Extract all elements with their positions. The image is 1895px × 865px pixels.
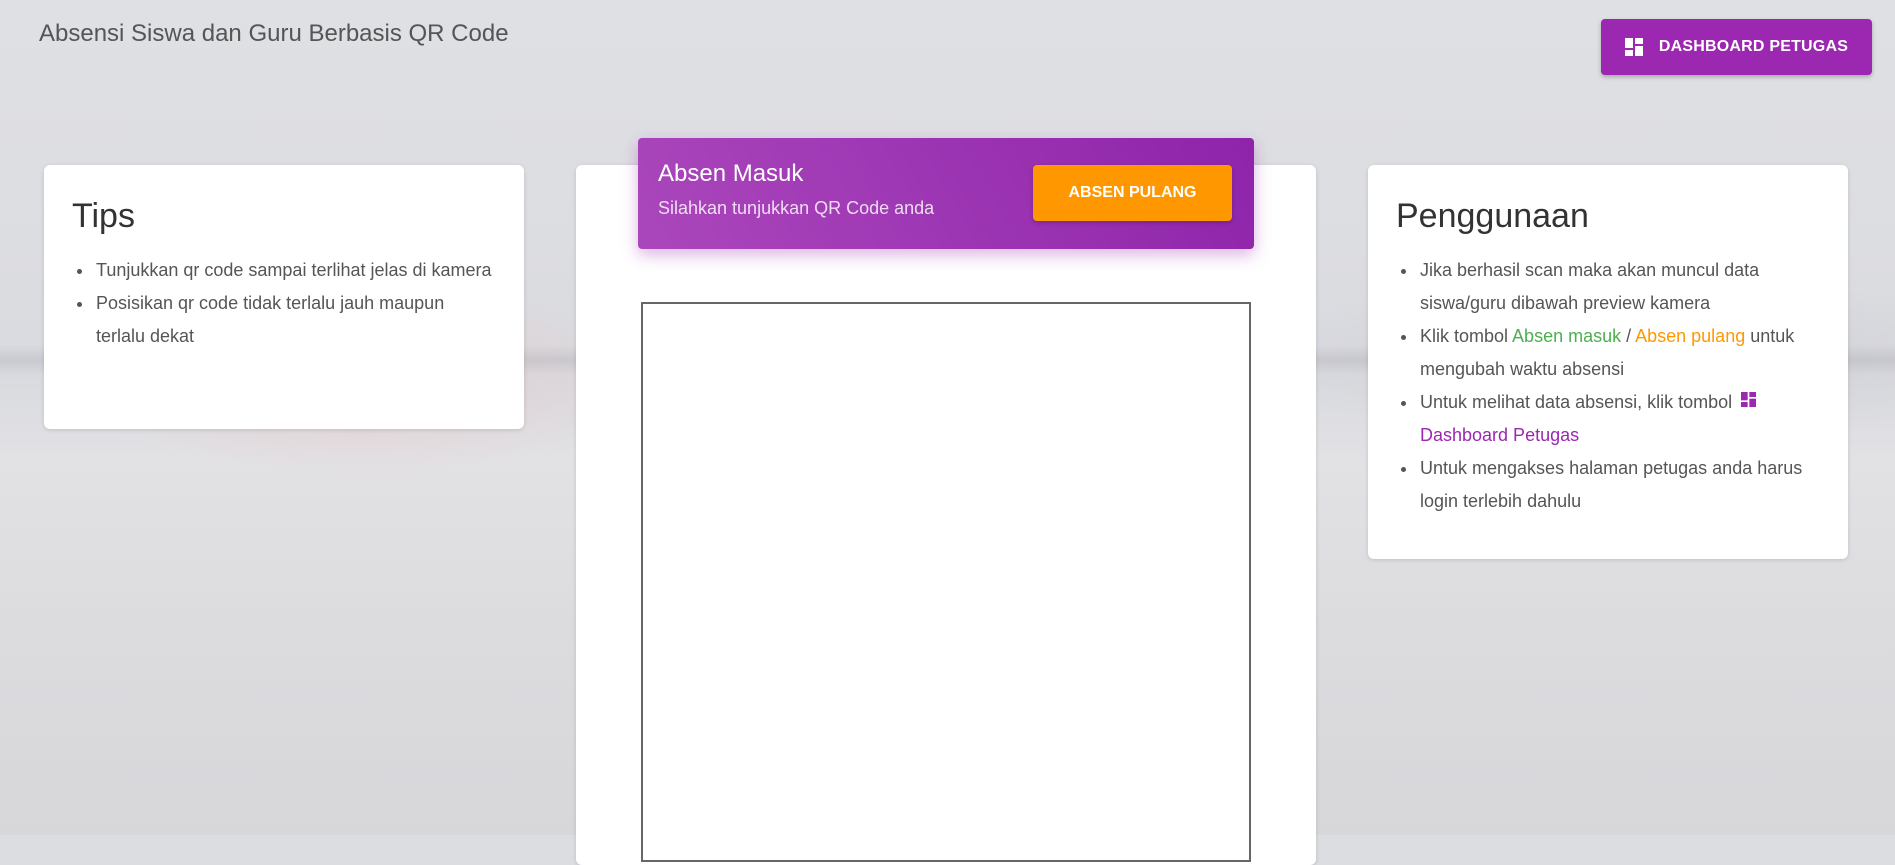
scan-header: Absen Masuk Silahkan tunjukkan QR Code a… (638, 138, 1254, 249)
absen-masuk-text: Absen masuk (1512, 326, 1622, 346)
tips-title: Tips (72, 197, 135, 235)
absen-pulang-button[interactable]: ABSEN PULANG (1033, 165, 1232, 221)
usage-text: / (1621, 326, 1636, 346)
tips-list: Tunjukkan qr code sampai terlihat jelas … (72, 254, 496, 353)
camera-preview (641, 302, 1251, 862)
usage-text: Klik tombol (1420, 326, 1513, 346)
tips-item: Tunjukkan qr code sampai terlihat jelas … (94, 254, 496, 287)
usage-title: Penggunaan (1396, 197, 1589, 235)
absen-pulang-text: Absen pulang (1635, 326, 1746, 346)
usage-item: Untuk mengakses halaman petugas anda har… (1418, 452, 1820, 518)
usage-card: Penggunaan Jika berhasil scan maka akan … (1368, 165, 1848, 559)
usage-item: Klik tombol Absen masuk / Absen pulang u… (1418, 320, 1820, 386)
dashboard-icon (1624, 38, 1643, 56)
usage-list: Jika berhasil scan maka akan muncul data… (1396, 254, 1820, 518)
usage-text: Untuk melihat data absensi, klik tombol (1420, 392, 1738, 412)
tips-item: Posisikan qr code tidak terlalu jauh mau… (94, 287, 496, 353)
site-title: Absensi Siswa dan Guru Berbasis QR Code (39, 20, 509, 47)
dashboard-petugas-button[interactable]: DASHBOARD PETUGAS (1601, 19, 1872, 75)
dashboard-button-label: DASHBOARD PETUGAS (1658, 38, 1849, 55)
tips-card: Tips Tunjukkan qr code sampai terlihat j… (44, 165, 524, 429)
dashboard-petugas-text: Dashboard Petugas (1420, 425, 1580, 445)
dashboard-icon (1741, 392, 1757, 407)
usage-item: Jika berhasil scan maka akan muncul data… (1418, 254, 1820, 320)
usage-item: Untuk melihat data absensi, klik tombol … (1418, 386, 1820, 452)
